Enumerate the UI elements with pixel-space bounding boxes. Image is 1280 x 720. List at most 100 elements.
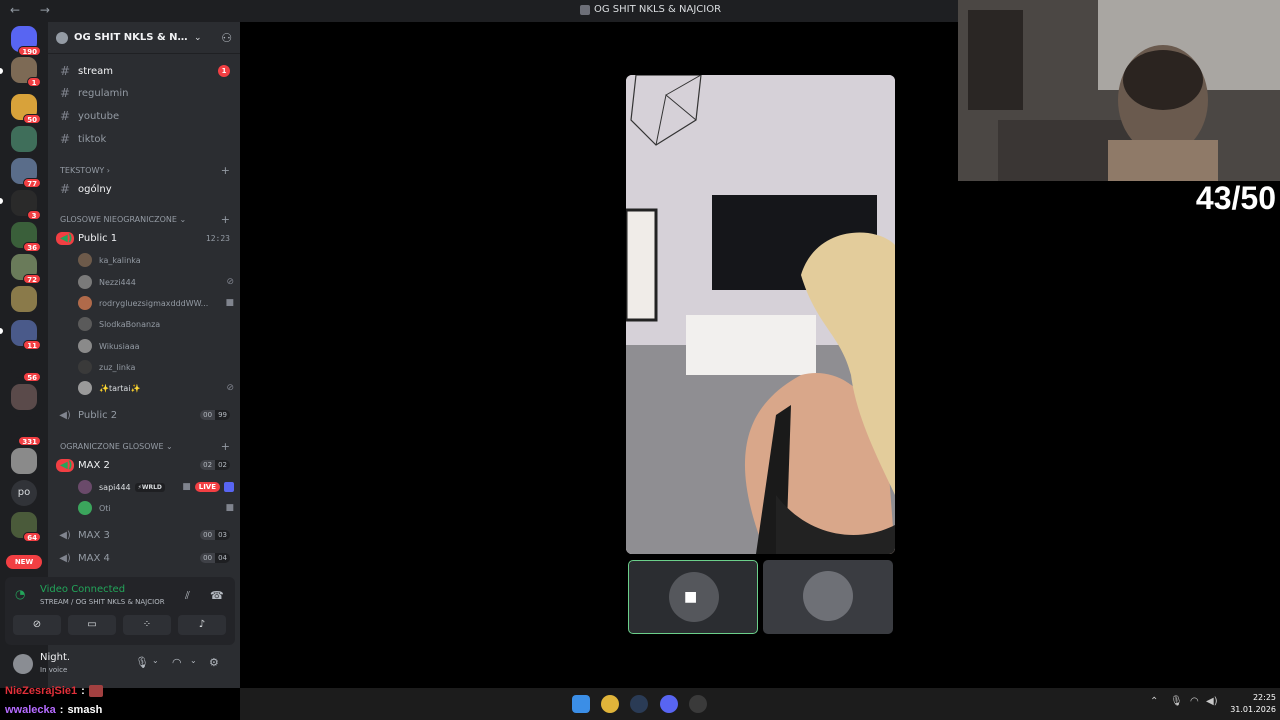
chevron-down-icon[interactable]: ⌄ [152,656,159,665]
mention-badge: 3 [27,210,41,220]
wifi-icon[interactable]: ◠ [1190,696,1199,707]
channel-label: ogólny [78,183,112,195]
chevron-down-icon[interactable]: ⌄ [190,656,197,665]
channel-youtube[interactable]: # youtube [56,106,236,126]
server-home[interactable]: 190 [11,26,41,56]
server-icon-4[interactable]: 77 [11,158,41,188]
channel-label: stream [78,65,114,77]
progress-counter: 43/50 [1195,180,1276,216]
voice-channel-max3[interactable]: ◀) MAX 3 00 03 [56,525,236,545]
unread-pill [0,328,3,334]
username: Oti [99,503,111,513]
voice-user[interactable]: ✨tartai✨ ⊘ [78,378,234,398]
server-icon-6[interactable]: 36 [11,222,41,252]
server-icon-7[interactable]: 72 [11,254,41,284]
category-voice-unlimited[interactable]: GLOSOWE NIEOGRANICZONE ⌄ + [60,212,236,226]
channel-tiktok[interactable]: # tiktok [56,129,236,149]
voice-channel-max2[interactable]: ◀) MAX 2 02 02 [56,455,236,475]
server-icon-14[interactable]: 64 [11,512,41,542]
voice-user[interactable]: SlodkaBonanza [78,314,234,334]
voice-channel-public2[interactable]: ◀) Public 2 00 99 [56,405,236,425]
connection-signal-icon[interactable]: ◔ [15,587,31,603]
channel-label: Public 1 [78,232,118,244]
share-screen-button[interactable]: ▭ [68,615,116,635]
category-voice-limited[interactable]: OGRANICZONE GLOSOWE ⌄ + [60,439,236,453]
chrome-icon[interactable] [601,695,619,713]
server-icon-13[interactable] [11,448,37,474]
user-limit: 00 04 [200,553,230,563]
speaker-icon: ◀) [59,529,71,541]
server-icon-8[interactable] [11,286,37,312]
voice-user[interactable]: ka_kalinka [78,250,234,270]
chat-separator: : [59,703,64,716]
user-name[interactable]: Night. [40,652,70,663]
server-icon-10[interactable]: 56 [11,352,41,382]
voice-user[interactable]: Nezzi444 ⊘ [78,272,234,292]
noise-suppression-icon[interactable]: ⫽ [185,589,190,603]
deafened-icon: ⊘ [226,277,234,287]
voice-user[interactable]: Oti ■ [78,498,234,518]
chevron-down-icon: ⌄ [163,441,173,451]
microphone-icon[interactable]: 🎙 [1170,696,1183,707]
voice-channel-path[interactable]: STREAM / OG SHIT NKLS & NAJCIOR [40,598,165,606]
mention-badge: 190 [18,46,41,56]
activity-icon [224,482,234,492]
voice-user[interactable]: rodrygluezsigmaxdddWW... ■ [78,293,234,313]
add-channel-icon[interactable]: + [221,440,230,453]
soundboard-button[interactable]: ♪ [178,615,226,635]
server-icon-11[interactable] [11,384,37,410]
avatar [78,275,92,289]
channel-stream[interactable]: # stream 1 [56,61,236,81]
disconnect-icon[interactable]: ☎ [210,589,224,602]
user-limit: 00 03 [200,530,230,540]
live-badge[interactable]: LIVE [194,482,220,492]
windows-start-icon[interactable] [572,695,590,713]
steam-icon[interactable] [630,695,648,713]
microphone-icon[interactable]: 🎙 [135,656,149,669]
speaker-icon: ◀) [56,458,74,472]
channel-ogolny[interactable]: # ogólny [56,179,236,199]
nav-arrows[interactable]: ← → [10,3,58,17]
chevron-up-icon[interactable]: ⌃ [1150,696,1158,707]
invite-people-icon[interactable]: ⚇ [221,31,232,45]
voice-channel-public1[interactable]: ◀) Public 1 12:23 [56,228,236,248]
system-clock[interactable]: 22:25 31.01.2026 [1230,692,1276,716]
server-icon-12[interactable]: 331 [11,416,41,446]
obs-icon[interactable] [689,695,707,713]
voice-channel-max4[interactable]: ◀) MAX 4 00 04 [56,548,236,568]
server-icon-3[interactable] [11,126,37,152]
category-text[interactable]: TEKSTOWY › + [60,163,236,177]
server-icon-5[interactable]: 3 [11,190,41,220]
voice-user[interactable]: zuz_linka [78,357,234,377]
username: SlodkaBonanza [99,319,161,329]
voice-status[interactable]: Video Connected [40,584,125,595]
activities-button[interactable]: ⁘ [123,615,171,635]
add-channel-icon[interactable]: + [221,164,230,177]
volume-icon[interactable]: ◀) [1206,696,1218,707]
server-name: OG SHIT NKLS & NAJCIOR [74,32,192,43]
server-header[interactable]: OG SHIT NKLS & NAJCIOR ⌄ ⚇ [48,22,240,54]
limit-count: 02 [200,460,216,470]
server-icon-2[interactable]: 50 [11,94,41,124]
headphones-icon[interactable]: ◠ [172,656,182,669]
focused-video-stream[interactable] [626,75,895,554]
participant-tile[interactable] [763,560,893,634]
gear-icon[interactable]: ⚙ [209,656,219,669]
mention-badge: 50 [23,114,41,124]
channel-regulamin[interactable]: # regulamin [56,83,236,103]
server-icon-po[interactable]: po [11,480,37,506]
voice-user[interactable]: Wikusiaaa [78,336,234,356]
discord-icon[interactable] [660,695,678,713]
avatar[interactable] [13,654,33,674]
new-unreads-pill[interactable]: NEW [6,555,42,569]
hash-icon: # [59,64,71,78]
add-channel-icon[interactable]: + [221,213,230,226]
server-icon-1[interactable]: 1 [11,57,41,87]
chat-message: wwalecka : smash [5,700,103,719]
channel-label: regulamin [78,87,129,99]
limit-count: 00 [200,530,216,540]
participant-tile-self[interactable]: ■ [628,560,758,634]
voice-user[interactable]: sapi444 ⚡WRLD ■ LIVE [78,477,234,497]
server-icon-9[interactable]: 11 [11,320,41,350]
toggle-camera-button[interactable]: ⊘ [13,615,61,635]
